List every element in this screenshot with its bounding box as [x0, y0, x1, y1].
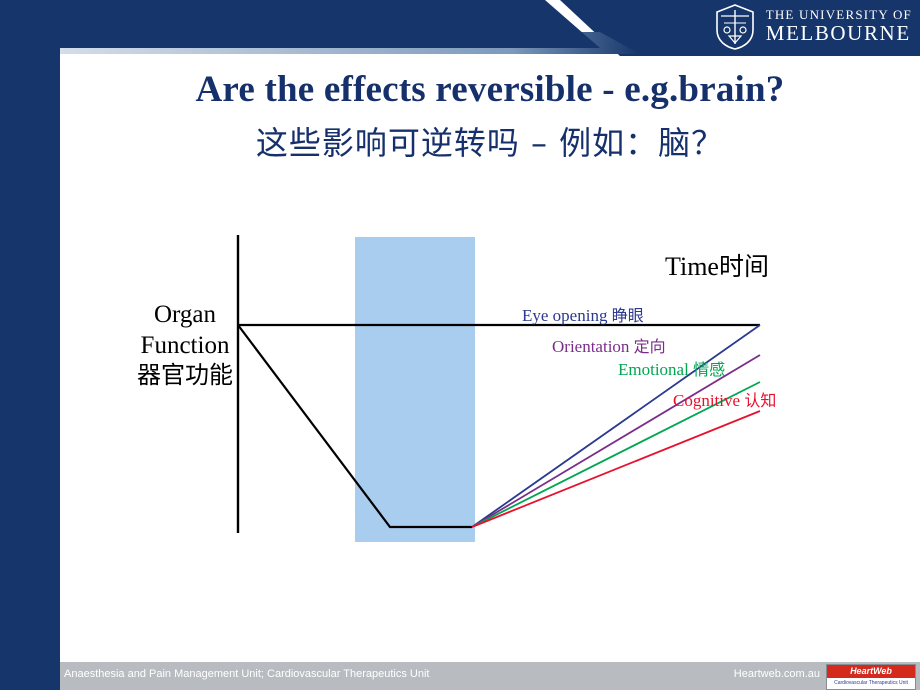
anaesthesia-band: [355, 237, 475, 542]
y-axis-label: Organ Function 器官功能: [105, 300, 265, 390]
x-axis-label-chinese: 时间: [718, 252, 769, 281]
banner-angle-navy: [0, 0, 600, 48]
y-axis-label-line1: Organ: [153, 301, 217, 328]
footer-left-block: [0, 662, 60, 690]
annotation-cognitive: Cognitive 认知: [673, 387, 776, 411]
chart-canvas: [236, 235, 761, 542]
annotation-eye-opening-english: Eye opening: [522, 306, 608, 325]
heartweb-logo-title: HeartWeb: [827, 665, 915, 678]
footer-bar: Anaesthesia and Pain Management Unit; Ca…: [0, 662, 920, 690]
cognitive-line: [471, 410, 761, 528]
annotation-emotional-chinese: 情感: [693, 360, 726, 379]
annotation-cognitive-chinese: 认知: [744, 391, 777, 410]
annotation-emotional: Emotional 情感: [618, 356, 725, 380]
recovery-chart: Organ Function 器官功能 Time时间 Eye opening 睁…: [60, 215, 920, 615]
university-logo: THE UNIVERSITY OF MELBOURNE: [712, 2, 912, 52]
left-sidebar-bar: [0, 28, 60, 662]
annotation-orientation-english: Orientation: [552, 337, 630, 356]
university-wordmark: THE UNIVERSITY OF MELBOURNE: [766, 8, 912, 46]
annotation-orientation-chinese: 定向: [633, 337, 666, 356]
heartweb-logo: HeartWeb Cardiovascular Therapeutics Uni…: [826, 664, 916, 690]
orientation-line: [471, 354, 761, 528]
university-line1: THE UNIVERSITY OF: [765, 7, 912, 23]
x-axis-label: Time时间: [665, 247, 769, 283]
slide-title-english: Are the effects reversible - e.g.brain?: [195, 69, 785, 110]
annotation-eye-opening: Eye opening 睁眼: [522, 302, 644, 326]
annotation-cognitive-english: Cognitive: [673, 391, 741, 410]
y-axis-label-line2: Function: [140, 331, 230, 359]
slide-title-chinese: 这些影响可逆转吗 – 例如：脑？: [255, 124, 725, 162]
y-axis-label-chinese: 器官功能: [137, 361, 233, 389]
annotation-eye-opening-chinese: 睁眼: [611, 306, 644, 325]
footer-right-text: Heartweb.com.au: [733, 668, 820, 680]
slide: THE UNIVERSITY OF MELBOURNE Are the effe…: [0, 0, 920, 690]
university-crest-icon: [712, 3, 758, 51]
annotation-orientation: Orientation 定向: [552, 333, 666, 357]
x-axis-label-english: Time: [665, 252, 719, 281]
annotation-emotional-english: Emotional: [618, 360, 689, 379]
university-line2: MELBOURNE: [765, 20, 911, 45]
footer-left-text: Anaesthesia and Pain Management Unit; Ca…: [64, 668, 430, 680]
heartweb-logo-subtitle: Cardiovascular Therapeutics Unit: [834, 680, 908, 686]
